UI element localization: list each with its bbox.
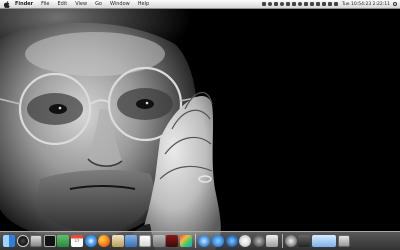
status-icon[interactable] [267,2,272,6]
bluetooth-icon[interactable] [315,2,320,6]
status-icon[interactable] [291,2,296,6]
finder-window-icon[interactable] [125,234,138,247]
status-icon[interactable] [279,2,284,6]
quicktime-icon[interactable] [225,234,238,247]
desktop: Finder File Edit View Go Window Help Tue… [0,0,400,250]
app-store-icon[interactable] [211,234,224,247]
menu-bar: Finder File Edit View Go Window Help Tue… [0,0,400,9]
preview-icon[interactable] [57,234,70,247]
menubar-clock[interactable]: Tue 10:54:23 2:22:11 [342,0,390,9]
menu-go[interactable]: Go [95,0,102,9]
itunes-icon[interactable] [198,234,211,247]
menu-view[interactable]: View [75,0,87,9]
terminal-icon[interactable] [43,234,56,247]
wifi-icon[interactable] [321,2,326,6]
iphoto-icon[interactable] [266,234,279,247]
menu-finder[interactable]: Finder [15,0,33,9]
battery-icon[interactable] [333,2,338,6]
calendar-icon[interactable]: 17 [70,234,83,247]
mail-icon[interactable] [111,234,124,247]
apple-icon[interactable] [4,0,10,8]
calendar-date: 17 [74,238,80,243]
menu-help[interactable]: Help [138,0,149,9]
menu-file[interactable]: File [41,0,49,9]
time-machine-icon[interactable] [298,234,311,247]
status-icon[interactable] [309,2,314,6]
status-icon[interactable] [303,2,308,6]
finder-icon[interactable] [3,234,15,247]
folder-icon[interactable] [312,234,337,247]
status-icon[interactable] [297,2,302,6]
dock-separator [195,233,197,248]
status-icon[interactable] [273,2,278,6]
photo-booth-icon[interactable] [166,234,179,247]
status-icon[interactable] [285,2,290,6]
spotlight-icon[interactable] [393,2,397,6]
menu-edit[interactable]: Edit [58,0,68,9]
gear-icon[interactable] [252,234,265,247]
dock-separator [281,233,283,248]
menu-window[interactable]: Window [110,0,130,9]
firefox-icon[interactable] [98,234,111,247]
status-area: Tue 10:54:23 2:22:11 [260,0,397,8]
dashboard-icon[interactable] [16,234,29,247]
preferences-icon[interactable] [152,234,165,247]
system-monitor-icon[interactable] [30,234,43,247]
itunes-alt-icon[interactable] [239,234,252,247]
status-icon[interactable] [261,2,266,6]
volume-icon[interactable] [327,2,332,6]
dvd-player-icon[interactable] [284,234,297,247]
safari-icon[interactable] [84,234,97,247]
trash-icon[interactable] [337,234,350,247]
aperture-icon[interactable] [179,234,192,247]
dock: 17 [3,232,397,249]
textedit-icon[interactable] [138,234,151,247]
desktop-wallpaper [0,9,400,250]
